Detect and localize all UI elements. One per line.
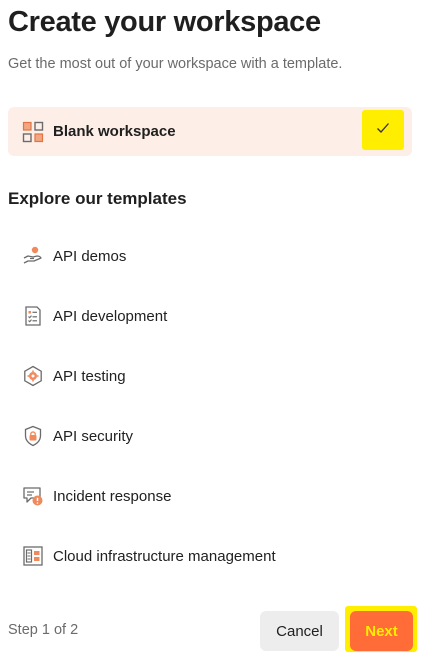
checklist-document-icon [22, 305, 44, 327]
server-cloud-icon [22, 545, 44, 567]
template-item-cloud-infrastructure[interactable]: Cloud infrastructure management [8, 536, 412, 576]
template-label: API security [53, 427, 134, 445]
selected-check [362, 110, 404, 150]
template-item-api-security[interactable]: API security [8, 416, 412, 456]
template-item-api-testing[interactable]: API testing [8, 356, 412, 396]
step-indicator: Step 1 of 2 [8, 622, 79, 638]
page-title: Create your workspace [8, 6, 321, 38]
checkmark-icon [376, 121, 390, 139]
shield-lock-icon [22, 425, 44, 447]
template-label: Incident response [53, 487, 172, 505]
template-label: API demos [53, 247, 127, 265]
blank-workspace-label: Blank workspace [53, 123, 176, 140]
hand-demo-icon [22, 245, 44, 267]
grid-icon [22, 121, 44, 143]
next-button[interactable]: Next [350, 611, 413, 651]
template-label: API development [53, 307, 168, 325]
templates-heading: Explore our templates [8, 189, 187, 208]
template-item-incident-response[interactable]: Incident response [8, 476, 412, 516]
template-item-api-development[interactable]: API development [8, 296, 412, 336]
hexagon-gear-icon [22, 365, 44, 387]
alert-chat-icon [22, 485, 44, 507]
template-item-api-demos[interactable]: API demos [8, 236, 412, 276]
page-subtitle: Get the most out of your workspace with … [8, 56, 343, 72]
cancel-button[interactable]: Cancel [260, 611, 339, 651]
template-label: Cloud infrastructure management [53, 547, 276, 565]
template-label: API testing [53, 367, 126, 385]
blank-workspace-option[interactable]: Blank workspace [8, 107, 412, 156]
